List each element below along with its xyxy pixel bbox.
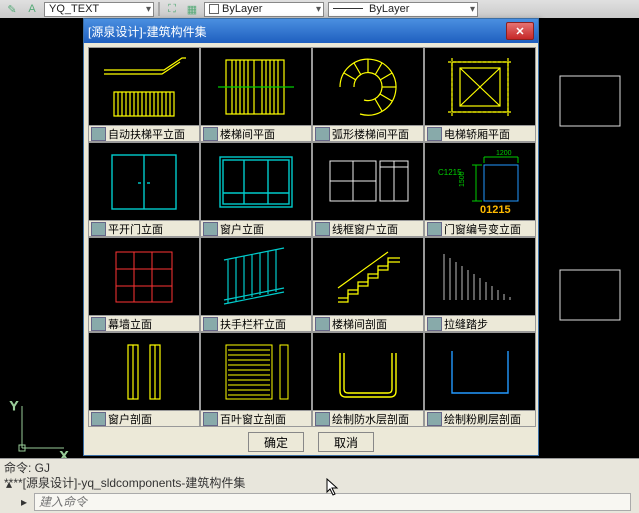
thumb (201, 48, 311, 125)
thumb (89, 48, 199, 125)
cell-label: 绘制防水层剖面 (313, 410, 423, 426)
cell-stair-plan[interactable]: 楼梯间平面 (200, 47, 312, 142)
command-history-line: ****[源泉设计]-yq_sldcomponents-建筑构件集 (4, 476, 635, 491)
cell-label: 百叶窗立剖面 (201, 410, 311, 426)
prompt-icon: ▸ (18, 496, 30, 508)
char-icon[interactable]: A (24, 2, 40, 16)
cell-wireframe-window[interactable]: 线框窗户立面 (312, 142, 424, 237)
cell-curved-stair[interactable]: 弧形楼梯间平面 (312, 47, 424, 142)
separator (158, 2, 160, 16)
thumb (201, 238, 311, 315)
svg-text:X: X (60, 449, 68, 458)
cell-label: 幕墙立面 (89, 315, 199, 331)
thumb (89, 333, 199, 410)
cell-railing[interactable]: 扶手栏杆立面 (200, 237, 312, 332)
cell-label: 楼梯间剖面 (313, 315, 423, 331)
thumb (425, 238, 535, 315)
cell-joint-step[interactable]: 拉缝踏步 (424, 237, 536, 332)
top-toolbar: ✎ A YQ_TEXT ⛶ ▦ ByLayer ByLayer (0, 0, 639, 18)
thumb (313, 333, 423, 410)
cell-window-section[interactable]: 窗户剖面 (88, 332, 200, 427)
command-area: 命令: GJ ****[源泉设计]-yq_sldcomponents-建筑构件集… (0, 458, 639, 513)
cell-label: 门窗编号变立面 (425, 220, 535, 236)
thumb (313, 143, 423, 220)
dialog-body: 自动扶梯平立面 楼梯间平面 (84, 43, 538, 456)
svg-text:Y: Y (10, 399, 18, 413)
cell-escalator[interactable]: 自动扶梯平立面 (88, 47, 200, 142)
color-icon[interactable]: ▦ (184, 2, 200, 16)
cell-door-elev[interactable]: 平开门立面 (88, 142, 200, 237)
linetype-dropdown[interactable]: ByLayer (328, 2, 478, 17)
cell-label: 楼梯间平面 (201, 125, 311, 141)
thumb: 1200 1500 C1215 01215 (425, 143, 535, 220)
cell-plaster-section[interactable]: 绘制粉刷层剖面 (424, 332, 536, 427)
cancel-button[interactable]: 取消 (318, 432, 374, 452)
component-grid: 自动扶梯平立面 楼梯间平面 (88, 47, 536, 427)
cell-label: 自动扶梯平立面 (89, 125, 199, 141)
thumb (89, 238, 199, 315)
cell-label: 绘制粉刷层剖面 (425, 410, 535, 426)
thumb (89, 143, 199, 220)
cell-label: 平开门立面 (89, 220, 199, 236)
command-history-line: 命令: GJ (4, 461, 635, 476)
layer-icon[interactable]: ⛶ (164, 2, 180, 16)
cell-window-coding[interactable]: 1200 1500 C1215 01215 门窗编号变立面 (424, 142, 536, 237)
dialog-buttons: 确定 取消 (88, 427, 534, 452)
thumb (201, 143, 311, 220)
dim-codebig: 01215 (480, 204, 511, 216)
cell-stair-section[interactable]: 楼梯间剖面 (312, 237, 424, 332)
cell-label: 窗户立面 (201, 220, 311, 236)
cell-label: 拉缝踏步 (425, 315, 535, 331)
pen-icon[interactable]: ✎ (4, 2, 20, 16)
cell-curtainwall[interactable]: 幕墙立面 (88, 237, 200, 332)
thumb (313, 238, 423, 315)
style-dropdown[interactable]: YQ_TEXT (44, 2, 154, 17)
dialog-titlebar[interactable]: [源泉设计]-建筑构件集 ✕ (84, 19, 538, 43)
thumb (425, 48, 535, 125)
cell-label: 扶手栏杆立面 (201, 315, 311, 331)
close-button[interactable]: ✕ (506, 22, 534, 40)
scroll-up-icon[interactable]: ▴ (4, 477, 14, 491)
dim-code: C1215 (438, 168, 462, 177)
cell-label: 弧形楼梯间平面 (313, 125, 423, 141)
component-dialog: [源泉设计]-建筑构件集 ✕ 自动扶梯平立面 (83, 18, 539, 456)
cell-louver[interactable]: 百叶窗立剖面 (200, 332, 312, 427)
cell-elevator-plan[interactable]: 电梯轿厢平面 (424, 47, 536, 142)
layer-dropdown[interactable]: ByLayer (204, 2, 324, 17)
ok-button[interactable]: 确定 (248, 432, 304, 452)
thumb (425, 333, 535, 410)
dialog-title-text: [源泉设计]-建筑构件集 (88, 23, 207, 40)
cell-label: 线框窗户立面 (313, 220, 423, 236)
cell-label: 窗户剖面 (89, 410, 199, 426)
cell-window-elev[interactable]: 窗户立面 (200, 142, 312, 237)
dim-w: 1200 (496, 150, 512, 157)
cell-waterproof-section[interactable]: 绘制防水层剖面 (312, 332, 424, 427)
thumb (313, 48, 423, 125)
command-input[interactable] (34, 493, 631, 511)
layer-dropdown-label: ByLayer (222, 3, 262, 15)
thumb (201, 333, 311, 410)
linetype-dropdown-label: ByLayer (369, 3, 409, 15)
cell-label: 电梯轿厢平面 (425, 125, 535, 141)
